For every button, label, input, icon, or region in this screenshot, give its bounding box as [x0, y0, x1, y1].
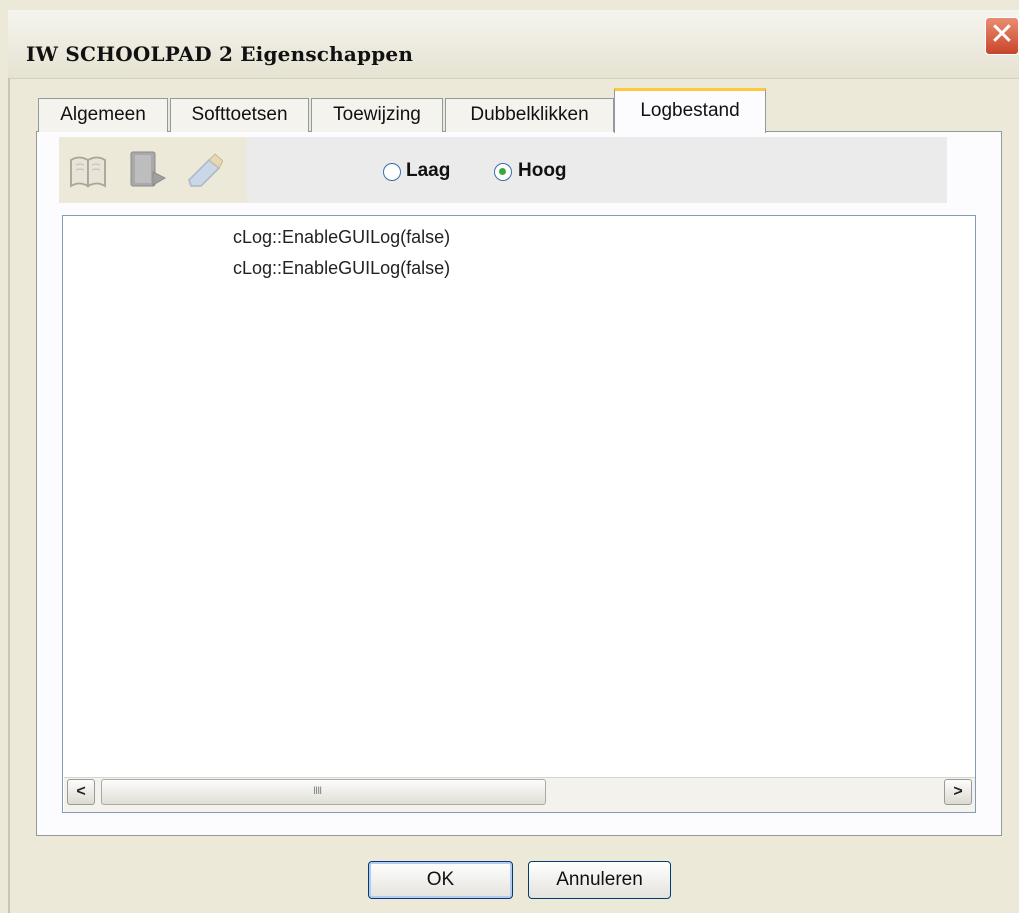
tab-logbestand[interactable]: Logbestand — [614, 88, 766, 133]
ok-button[interactable]: OK — [368, 861, 513, 899]
title-bar[interactable]: IW SCHOOLPAD 2 Eigenschappen — [8, 10, 1019, 79]
scroll-left-button[interactable]: < — [67, 779, 95, 805]
eraser-icon[interactable] — [183, 150, 223, 190]
save-file-icon[interactable] — [127, 150, 167, 190]
close-icon: ✕ — [989, 17, 1015, 52]
cancel-button[interactable]: Annuleren — [528, 861, 671, 899]
tab-algemeen[interactable]: Algemeen — [38, 98, 168, 132]
scroll-grip-icon: IIII — [313, 785, 322, 797]
toolbar-icons — [59, 137, 247, 203]
tab-toewijzing[interactable]: Toewijzing — [311, 98, 443, 132]
radio-hoog[interactable] — [494, 163, 512, 181]
radio-selected-dot — [499, 168, 506, 175]
log-line: cLog::EnableGUILog(false) — [233, 227, 451, 247]
window-title: IW SCHOOLPAD 2 Eigenschappen — [26, 42, 414, 66]
window-border — [8, 78, 10, 913]
scroll-thumb[interactable] — [101, 779, 546, 805]
log-line: cLog::EnableGUILog(false) — [233, 258, 451, 278]
log-textarea[interactable] — [62, 215, 976, 813]
log-level-bar — [247, 137, 947, 203]
book-icon[interactable] — [68, 151, 108, 191]
close-button[interactable]: ✕ — [985, 17, 1019, 55]
properties-dialog: IW SCHOOLPAD 2 Eigenschappen ✕ Algemeen … — [0, 0, 1019, 913]
tab-softtoetsen[interactable]: Softtoetsen — [170, 98, 309, 132]
radio-laag-label[interactable]: Laag — [406, 160, 450, 182]
scroll-right-button[interactable]: > — [944, 779, 972, 805]
tab-dubbelklikken[interactable]: Dubbelklikken — [445, 98, 614, 132]
radio-laag[interactable] — [383, 163, 401, 181]
radio-hoog-label[interactable]: Hoog — [518, 160, 567, 182]
